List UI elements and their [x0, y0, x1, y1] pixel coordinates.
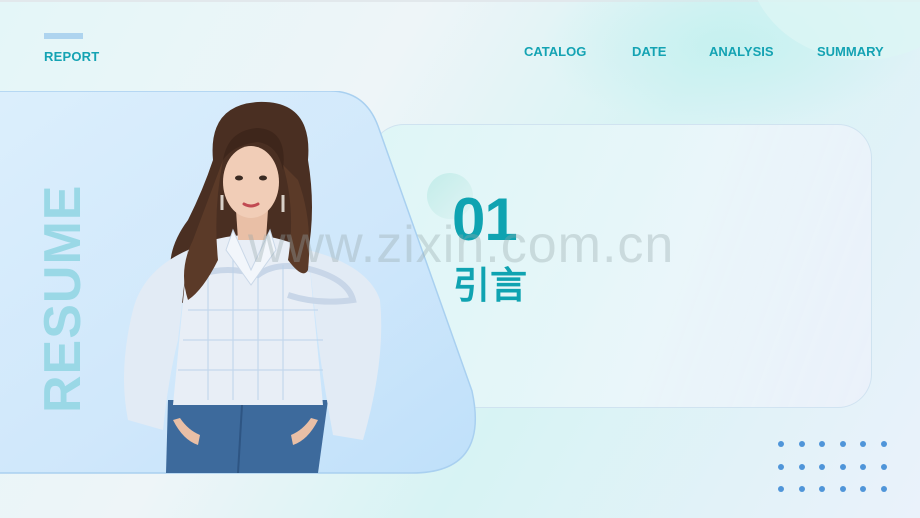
- decorative-dot: [819, 486, 825, 492]
- decorative-dot: [798, 441, 805, 447]
- decorative-dot: [778, 463, 784, 470]
- decorative-dot: [880, 463, 887, 470]
- decorative-dot: [778, 441, 784, 447]
- decorative-dot: [819, 463, 825, 470]
- nav-catalog[interactable]: CATALOG: [524, 44, 586, 59]
- decorative-dot: [880, 441, 887, 447]
- nav-date[interactable]: DATE: [632, 44, 666, 59]
- logo-accent-bar: [44, 33, 83, 39]
- decorative-dot: [839, 441, 846, 447]
- section-title: 引言: [453, 265, 527, 306]
- decorative-dot: [798, 463, 805, 470]
- resume-vertical-title: RESUME: [34, 184, 92, 413]
- decorative-dot: [839, 463, 846, 470]
- nav-analysis[interactable]: ANALYSIS: [709, 44, 774, 59]
- decorative-dot: [860, 441, 866, 447]
- decorative-dot: [819, 441, 825, 447]
- dot-grid-decoration: [778, 441, 890, 493]
- decorative-dot: [839, 486, 846, 492]
- decorative-dot: [880, 486, 887, 492]
- decorative-dot: [778, 486, 784, 492]
- section-number: 01: [452, 186, 518, 253]
- person-photo: [124, 101, 382, 473]
- decorative-dot: [798, 486, 805, 492]
- nav-summary[interactable]: SUMMARY: [817, 44, 885, 59]
- report-logo[interactable]: REPORT: [44, 49, 99, 64]
- decorative-dot: [860, 463, 866, 470]
- decorative-dot: [860, 486, 866, 492]
